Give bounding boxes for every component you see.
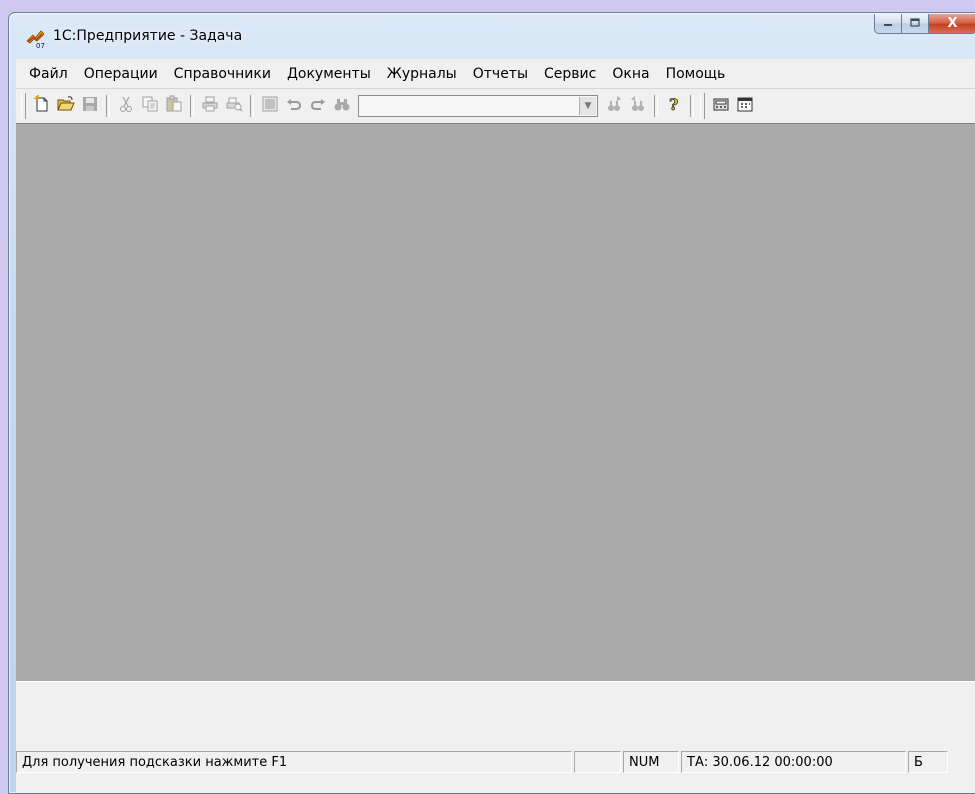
app-window: 07 1С:Предприятие - Задача X Файл Операц…: [8, 12, 975, 794]
toolbar-grip[interactable]: [21, 93, 26, 119]
calendar-button[interactable]: [733, 94, 757, 118]
toolbar-separator: [690, 95, 694, 117]
maximize-button[interactable]: [902, 14, 929, 34]
status-keyboard-layout: Б: [908, 751, 948, 773]
print-preview-button[interactable]: [222, 94, 246, 118]
save-button[interactable]: [78, 94, 102, 118]
client-area: Файл Операции Справочники Документы Журн…: [16, 59, 975, 793]
mdi-workspace[interactable]: [16, 123, 975, 682]
minimize-icon: [883, 16, 893, 31]
combo-arrow-button[interactable]: ▼: [579, 97, 596, 115]
redo-button[interactable]: [306, 94, 330, 118]
status-num-indicator: NUM: [623, 751, 679, 773]
print-button[interactable]: [198, 94, 222, 118]
cut-button[interactable]: [114, 94, 138, 118]
print-preview-icon: [225, 95, 243, 117]
close-button[interactable]: X: [929, 14, 975, 34]
window-title: 1С:Предприятие - Задача: [53, 28, 243, 44]
cut-icon: [117, 95, 135, 117]
find-next-icon: [605, 95, 623, 117]
find-button[interactable]: [330, 94, 354, 118]
calculator-button[interactable]: [709, 94, 733, 118]
status-blank-pane: [574, 751, 621, 773]
menu-references[interactable]: Справочники: [166, 63, 279, 85]
calendar-icon: [736, 95, 754, 117]
print-icon: [201, 95, 219, 117]
search-combobox[interactable]: ▼: [358, 95, 598, 117]
menu-operations[interactable]: Операции: [76, 63, 166, 85]
properties-icon: [261, 95, 279, 117]
open-folder-icon: [57, 95, 75, 117]
undo-icon: [285, 95, 303, 117]
menu-help[interactable]: Помощь: [658, 63, 734, 85]
status-ta-date: ТА: 30.06.12 00:00:00: [681, 751, 906, 773]
menu-file[interactable]: Файл: [21, 63, 76, 85]
menu-documents[interactable]: Документы: [279, 63, 379, 85]
properties-button[interactable]: [258, 94, 282, 118]
paste-icon: [165, 95, 183, 117]
menu-journals[interactable]: Журналы: [379, 63, 465, 85]
find-prev-icon: [629, 95, 647, 117]
caption-buttons: X: [874, 14, 975, 34]
find-next-button[interactable]: [602, 94, 626, 118]
redo-icon: [309, 95, 327, 117]
menu-windows[interactable]: Окна: [604, 63, 657, 85]
undo-button[interactable]: [282, 94, 306, 118]
paste-button[interactable]: [162, 94, 186, 118]
app-logo-icon: 07: [25, 29, 45, 50]
title-bar[interactable]: 07 1С:Предприятие - Задача X: [9, 13, 975, 59]
new-document-button[interactable]: [30, 94, 54, 118]
help-icon: ?: [665, 95, 683, 117]
new-document-icon: [33, 95, 51, 117]
find-prev-button[interactable]: [626, 94, 650, 118]
minimize-button[interactable]: [874, 14, 902, 34]
bottom-panel: [16, 681, 975, 730]
copy-button[interactable]: [138, 94, 162, 118]
chevron-down-icon: ▼: [584, 101, 592, 111]
status-hint: Для получения подсказки нажмите F1: [16, 751, 572, 773]
maximize-icon: [910, 16, 920, 31]
calculator-icon: [712, 95, 730, 117]
toolbar-separator: [654, 95, 658, 117]
menu-bar: Файл Операции Справочники Документы Журн…: [16, 59, 975, 89]
status-bar: Для получения подсказки нажмите F1 NUM Т…: [16, 747, 975, 777]
copy-icon: [141, 95, 159, 117]
menu-service[interactable]: Сервис: [536, 63, 604, 85]
open-button[interactable]: [54, 94, 78, 118]
toolbar-separator: [250, 95, 254, 117]
help-button[interactable]: ?: [662, 94, 686, 118]
menu-reports[interactable]: Отчеты: [465, 63, 536, 85]
save-icon: [81, 95, 99, 117]
toolbar-separator: [106, 95, 110, 117]
find-icon: [333, 95, 351, 117]
standard-toolbar: ▼ ?: [16, 89, 975, 124]
close-icon: X: [947, 16, 958, 31]
svg-text:07: 07: [36, 42, 45, 49]
toolbar-grip[interactable]: [700, 93, 705, 119]
toolbar-separator: [190, 95, 194, 117]
svg-text:?: ?: [669, 95, 678, 113]
